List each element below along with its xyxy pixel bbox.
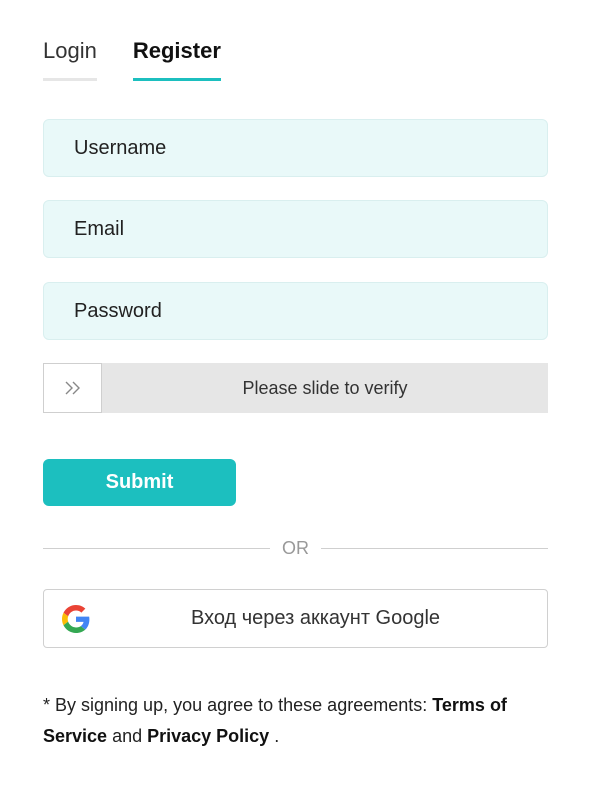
google-signin-button[interactable]: Вход через аккаунт Google (43, 589, 548, 648)
divider-line-left (43, 547, 270, 549)
password-input[interactable] (43, 282, 548, 340)
privacy-policy-link[interactable]: Privacy Policy (147, 726, 269, 746)
terms-notice: * By signing up, you agree to these agre… (43, 690, 558, 752)
terms-conjunction: and (107, 726, 148, 746)
terms-prefix: * By signing up, you agree to these agre… (43, 695, 433, 715)
email-input[interactable] (43, 200, 548, 258)
double-chevron-right-icon (65, 381, 80, 395)
auth-tabs: Login Register (43, 38, 221, 81)
slide-verify-text: Please slide to verify (242, 378, 408, 398)
google-signin-label: Вход через аккаунт Google (190, 607, 441, 629)
divider-line-right (321, 547, 548, 549)
terms-suffix: . (269, 726, 280, 746)
submit-button[interactable]: Submit (43, 459, 236, 506)
tab-register[interactable]: Register (132, 38, 221, 81)
tab-login[interactable]: Login (43, 38, 97, 81)
slide-verify-track: Please slide to verify (43, 363, 548, 413)
username-input[interactable] (43, 119, 548, 177)
or-divider: OR (43, 536, 548, 560)
slide-verify-handle[interactable] (43, 363, 102, 413)
or-label: OR (282, 537, 309, 558)
